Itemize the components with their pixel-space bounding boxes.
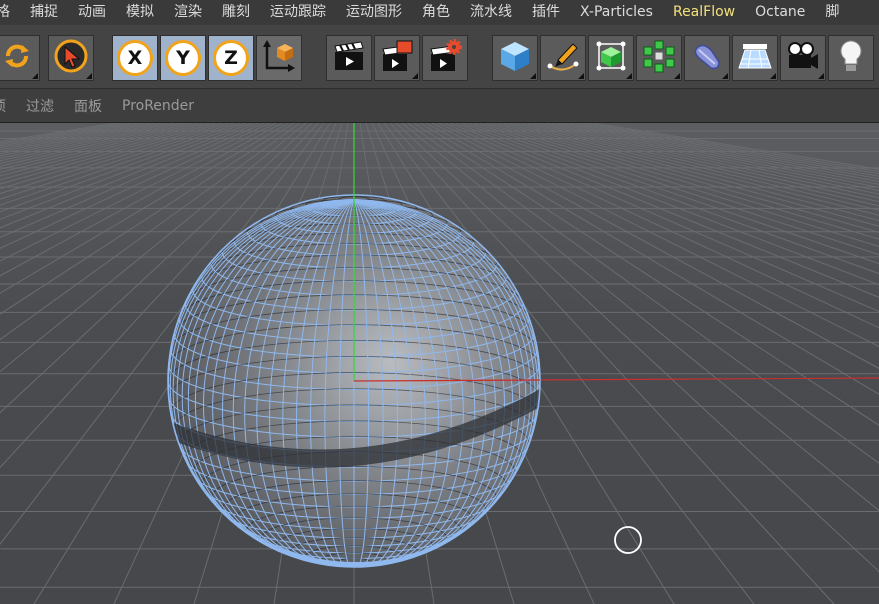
render-region-icon: [379, 38, 415, 78]
menu-item[interactable]: 角色: [412, 0, 460, 25]
viewport-menu-bar: 项过滤面板 ProRender: [0, 89, 879, 123]
subdivision-button[interactable]: [588, 35, 634, 81]
grid-line: [0, 123, 139, 149]
viewport-menu-item[interactable]: ProRender: [122, 98, 194, 114]
deformer-icon: [689, 38, 725, 78]
select-tool-button[interactable]: [48, 35, 94, 81]
menu-item[interactable]: 格: [0, 0, 20, 25]
light-icon: [833, 38, 869, 78]
render-settings-icon: [427, 38, 463, 78]
render-view-button[interactable]: [326, 35, 372, 81]
cloner-icon: [641, 38, 677, 78]
menu-item[interactable]: 捕捉: [20, 0, 68, 25]
menu-item[interactable]: 插件: [522, 0, 570, 25]
menu-item[interactable]: 运动图形: [336, 0, 412, 25]
spline-pen-button[interactable]: [540, 35, 586, 81]
axis-z-button[interactable]: Z: [208, 35, 254, 81]
spline-pen-icon: [545, 38, 581, 78]
cube-icon: [497, 38, 533, 78]
axis-x-label: X: [117, 40, 153, 76]
axis-z-label: Z: [213, 40, 249, 76]
grid-line: [497, 123, 879, 227]
cursor-select-icon: [53, 38, 89, 78]
grid-line: [539, 123, 879, 195]
viewport-menu-item[interactable]: 过滤: [26, 96, 54, 116]
grid-line: [0, 123, 133, 147]
menu-item[interactable]: 动画: [68, 0, 116, 25]
cloner-button[interactable]: [636, 35, 682, 81]
coordinate-system-button[interactable]: [256, 35, 302, 81]
grid-line: [587, 123, 879, 173]
grid-line: [0, 123, 151, 153]
coordinate-system-icon: [261, 38, 297, 78]
cube-object-button[interactable]: [492, 35, 538, 81]
menu-item[interactable]: X-Particles: [570, 0, 663, 25]
toolbar-group-select: [48, 34, 94, 82]
viewport-menu-item[interactable]: 面板: [74, 96, 102, 116]
toolbar-group-objects: [492, 34, 874, 82]
grid-line: [0, 123, 169, 159]
menu-item[interactable]: 运动跟踪: [260, 0, 336, 25]
viewport-scene: [0, 123, 879, 604]
grid-line: [491, 123, 879, 233]
rotate-icon: [2, 41, 32, 75]
render-settings-button[interactable]: [422, 35, 468, 81]
menu-item[interactable]: 雕刻: [212, 0, 260, 25]
grid-line: [0, 123, 145, 151]
toolbar-group-axis: X Y Z: [112, 34, 302, 82]
menu-item[interactable]: 流水线: [460, 0, 522, 25]
render-view-icon: [331, 38, 367, 78]
grid-line: [0, 123, 121, 144]
light-button[interactable]: [828, 35, 874, 81]
menu-item[interactable]: 渲染: [164, 0, 212, 25]
subdivision-icon: [593, 38, 629, 78]
floor-icon: [737, 38, 773, 78]
deformer-button[interactable]: [684, 35, 730, 81]
floor-button[interactable]: [732, 35, 778, 81]
camera-button[interactable]: [780, 35, 826, 81]
cinema4d-window: 格捕捉 动画 模拟 渲染 雕刻 运动跟踪 运动图形 角色 流水线 插件 X-Particles Rea…: [0, 0, 879, 604]
menu-item[interactable]: 模拟: [116, 0, 164, 25]
viewport-menu-item[interactable]: 项: [0, 96, 6, 116]
render-region-button[interactable]: [374, 35, 420, 81]
main-toolbar: X Y Z: [0, 25, 879, 89]
axis-y-button[interactable]: Y: [160, 35, 206, 81]
grid-line: [485, 123, 879, 240]
toolbar-group-render: [326, 34, 468, 82]
grid-line: [0, 123, 181, 164]
menu-item[interactable]: RealFlow: [663, 0, 745, 25]
camera-icon: [785, 38, 821, 78]
menu-item[interactable]: 脚: [815, 0, 849, 25]
axis-x-button[interactable]: X: [112, 35, 158, 81]
toolbar-group-transform: [0, 34, 40, 82]
axis-y-label: Y: [165, 40, 201, 76]
rotate-tool-button[interactable]: [0, 35, 40, 81]
menu-bar: 格捕捉 动画 模拟 渲染 雕刻 运动跟踪 运动图形 角色 流水线 插件 X-Particles Rea…: [0, 0, 879, 25]
3d-viewport[interactable]: [0, 123, 879, 604]
menu-item[interactable]: Octane: [745, 0, 815, 25]
grid-line: [551, 123, 879, 188]
